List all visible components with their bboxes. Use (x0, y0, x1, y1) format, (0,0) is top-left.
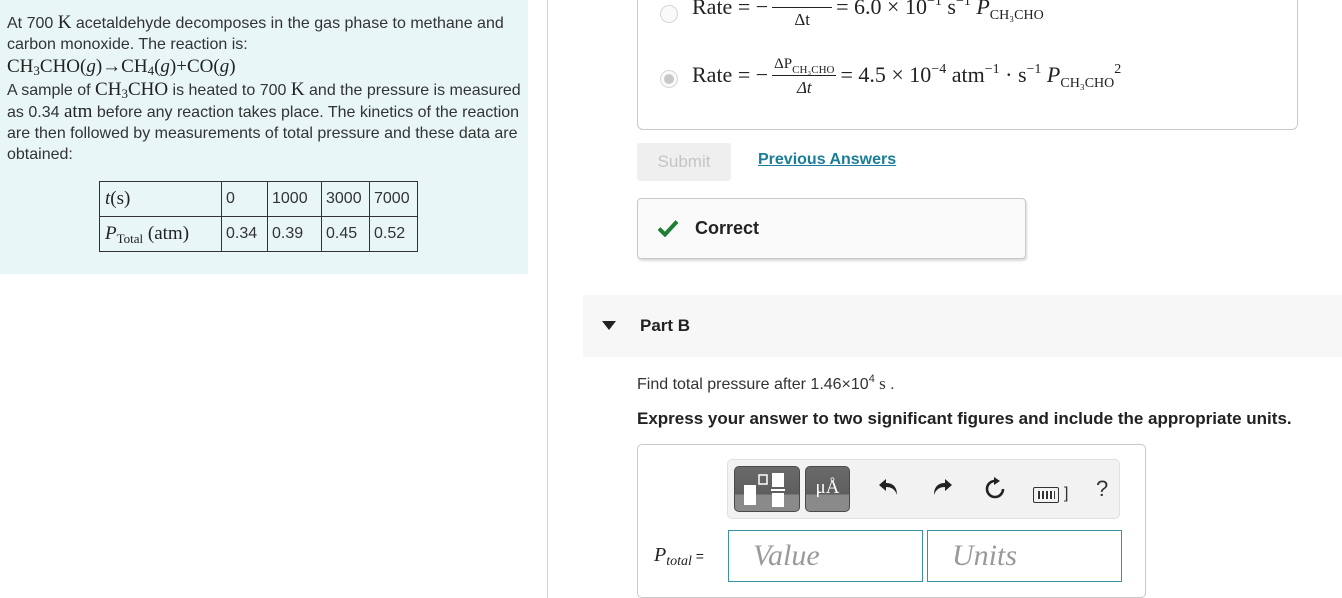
table-cell: 1000 (267, 181, 322, 217)
table-cell: 0.45 (321, 216, 370, 252)
panel-divider (547, 0, 548, 598)
value-input[interactable] (728, 530, 923, 582)
units-button[interactable]: μÅ (805, 466, 850, 512)
part-b-question: Find total pressure after 1.46×104 s . (637, 373, 895, 394)
answer-label: Ptotal = (654, 544, 704, 569)
choice-1-radio[interactable] (660, 5, 678, 23)
redo-icon[interactable] (931, 477, 953, 502)
table-cell: 0.39 (267, 216, 322, 252)
pressure-header: PTotal (atm) (99, 216, 222, 252)
help-icon[interactable]: ? (1096, 477, 1108, 501)
reaction-equation: CH3CHO(g)→CH4(g)+CO(g) (7, 56, 236, 78)
reset-icon[interactable] (983, 477, 1007, 504)
collapse-caret-icon[interactable] (602, 321, 616, 330)
kinetics-data-table: t(s) 0 1000 3000 7000 PTotal (atm) 0.34 … (99, 181, 418, 252)
templates-button[interactable] (734, 466, 800, 512)
checkmark-icon (658, 220, 678, 237)
part-b-title: Part B (640, 316, 691, 335)
keyboard-bracket: ] (1064, 485, 1069, 502)
problem-intro: At 700 K acetaldehyde decomposes in the … (7, 12, 504, 53)
keyboard-icon[interactable] (1033, 487, 1059, 503)
table-cell: 3000 (321, 181, 370, 217)
feedback-label: Correct (695, 218, 760, 238)
feedback-correct: Correct (637, 198, 1026, 259)
choice-1-equation: Rate = − Δt = 6.0 × 10−1 s−1 PCH₃CHO (692, 0, 1044, 30)
table-row-time: t(s) 0 1000 3000 7000 (99, 181, 418, 217)
table-cell: 7000 (369, 181, 418, 217)
part-a-choices: Rate = − Δt = 6.0 × 10−1 s−1 PCH₃CHO Rate… (637, 0, 1298, 130)
undo-icon[interactable] (878, 477, 900, 502)
templates-icon (744, 473, 785, 507)
answer-entry-box: μÅ ] ? Ptotal = (637, 444, 1146, 598)
units-input[interactable] (927, 530, 1122, 582)
choice-2-equation: Rate = − ΔPCH₃CHO Δt = 4.5 × 10−4 atm−1 · s… (692, 56, 1122, 97)
table-cell: 0.52 (369, 216, 418, 252)
submit-button[interactable]: Submit (637, 143, 731, 181)
time-header: t(s) (99, 181, 222, 217)
math-toolbar: μÅ ] ? (727, 459, 1120, 519)
table-cell: 0.34 (221, 216, 268, 252)
problem-sample-description: A sample of CH3CHO is heated to 700 K an… (7, 79, 521, 163)
part-b-header[interactable]: Part B (583, 295, 1342, 357)
table-cell: 0 (221, 181, 268, 217)
part-b-instructions: Express your answer to two significant f… (637, 409, 1292, 428)
previous-answers-link[interactable]: Previous Answers (758, 151, 896, 169)
table-row-pressure: PTotal (atm) 0.34 0.39 0.45 0.52 (99, 216, 418, 252)
choice-2-radio[interactable] (660, 70, 678, 88)
